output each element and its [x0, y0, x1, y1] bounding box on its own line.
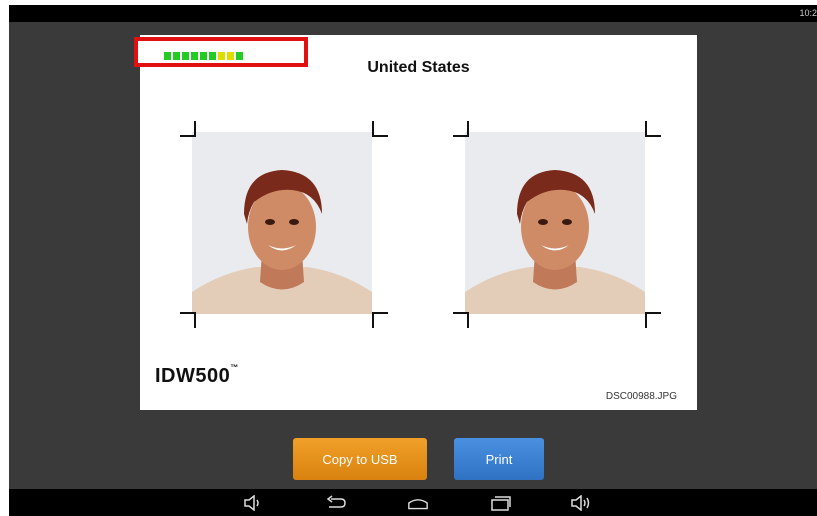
photo-preview-sheet: United States IDW500™ DSC00988.JPG — [140, 35, 697, 410]
device-screen: 10:2 United States IDW500™ DSC00988.JPG … — [9, 5, 817, 516]
crop-mark-icon — [645, 121, 661, 137]
file-name: DSC00988.JPG — [605, 391, 677, 402]
brand-logo: IDW500™ — [155, 363, 239, 387]
passport-photo-right — [465, 132, 645, 314]
quality-segment — [209, 52, 216, 60]
quality-indicator — [134, 37, 308, 67]
crop-mark-icon — [180, 121, 196, 137]
copy-to-usb-button[interactable]: Copy to USB — [293, 438, 427, 480]
print-button[interactable]: Print — [454, 438, 544, 480]
quality-segment — [173, 52, 180, 60]
portrait-image — [192, 132, 372, 314]
crop-mark-icon — [453, 121, 469, 137]
volume-up-icon[interactable] — [570, 494, 592, 512]
recent-apps-icon[interactable] — [490, 494, 512, 512]
crop-mark-icon — [645, 312, 661, 328]
quality-segment — [182, 52, 189, 60]
status-clock: 10:2 — [799, 8, 817, 18]
quality-segment — [227, 52, 234, 60]
home-icon[interactable] — [407, 494, 429, 512]
passport-photo-left — [192, 132, 372, 314]
volume-down-icon[interactable] — [242, 494, 264, 512]
crop-mark-icon — [372, 312, 388, 328]
crop-mark-icon — [180, 312, 196, 328]
back-icon[interactable] — [325, 494, 347, 512]
quality-segment — [200, 52, 207, 60]
quality-segment — [218, 52, 225, 60]
quality-meter — [164, 52, 243, 60]
navigation-bar — [9, 489, 817, 516]
crop-mark-icon — [453, 312, 469, 328]
quality-segment — [191, 52, 198, 60]
portrait-image — [465, 132, 645, 314]
quality-segment — [164, 52, 171, 60]
status-bar: 10:2 — [9, 5, 817, 22]
quality-segment — [236, 52, 243, 60]
crop-mark-icon — [372, 121, 388, 137]
